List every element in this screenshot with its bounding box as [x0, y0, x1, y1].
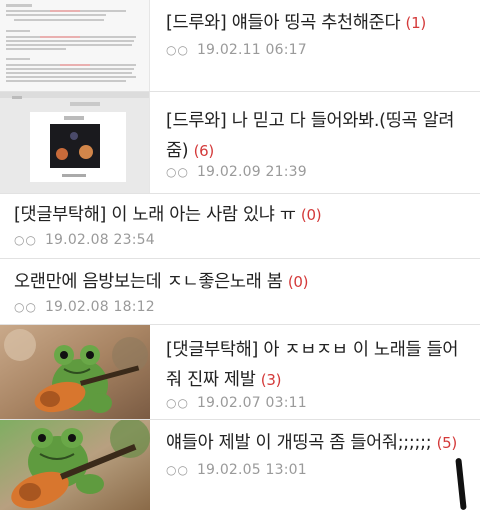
post-meta: ○○ 19.02.09 21:39 — [166, 164, 307, 180]
post-meta: ○○ 19.02.11 06:17 — [166, 42, 307, 58]
post-meta: ○○ 19.02.08 18:12 — [14, 299, 155, 315]
post-date: 19.02.09 21:39 — [196, 164, 307, 180]
user-icons: ○○ — [166, 396, 189, 410]
frog-guitar-thumbnail[interactable] — [0, 325, 150, 419]
album-cover-thumbnail[interactable] — [0, 92, 150, 193]
comment-count: (0) — [300, 206, 322, 224]
user-icons: ○○ — [166, 43, 189, 57]
post-row[interactable]: [댓글부탁해] 이 노래 아는 사람 있냐 ㅠ (0) ○○ 19.02.08 2… — [0, 194, 480, 259]
comment-count: (3) — [260, 371, 282, 389]
post-row[interactable]: 오랜만에 음방보는데 ㅈㄴ좋은노래 봄 (0) ○○ 19.02.08 18:12 — [0, 259, 480, 325]
post-row[interactable]: 얘들아 제발 이 개띵곡 좀 들어줘;;;;;; (5) ○○ 19.02.05 … — [0, 420, 480, 510]
post-date: 19.02.07 03:11 — [196, 395, 307, 411]
post-title[interactable]: [드루와] 얘들아 띵곡 추천해준다 (1) — [166, 8, 426, 38]
post-date: 19.02.08 18:12 — [44, 299, 155, 315]
user-icons: ○○ — [166, 165, 189, 179]
post-meta: ○○ 19.02.07 03:11 — [166, 395, 307, 411]
user-icons: ○○ — [14, 300, 37, 314]
post-date: 19.02.08 23:54 — [44, 232, 155, 248]
post-title[interactable]: 얘들아 제발 이 개띵곡 좀 들어줘;;;;;; (5) — [166, 428, 457, 458]
frog-guitar-image — [0, 325, 150, 419]
chat-screenshot-thumbnail[interactable] — [0, 0, 150, 91]
album-cover-image — [0, 92, 149, 193]
post-title[interactable]: [드루와] 나 믿고 다 들어와봐.(띵곡 알려 줌) (6) — [166, 106, 466, 166]
chat-screenshot-image — [0, 0, 149, 91]
post-row[interactable]: [댓글부탁해] 아 ㅈㅂㅈㅂ 이 노래들 들어 줘 진짜 제발 (3) ○○ 19… — [0, 325, 480, 420]
post-row[interactable]: [드루와] 나 믿고 다 들어와봐.(띵곡 알려 줌) (6) ○○ 19.02.… — [0, 92, 480, 194]
post-title[interactable]: [댓글부탁해] 아 ㅈㅂㅈㅂ 이 노래들 들어 줘 진짜 제발 (3) — [166, 335, 471, 395]
comment-count: (5) — [436, 434, 458, 452]
post-row[interactable]: [드루와] 얘들아 띵곡 추천해준다 (1) ○○ 19.02.11 06:17 — [0, 0, 480, 92]
post-title[interactable]: 오랜만에 음방보는데 ㅈㄴ좋은노래 봄 (0) — [14, 267, 309, 297]
frog-guitar-image — [0, 420, 150, 510]
comment-count: (6) — [193, 142, 215, 160]
comment-count: (0) — [287, 273, 309, 291]
post-date: 19.02.11 06:17 — [196, 42, 307, 58]
post-meta: ○○ 19.02.08 23:54 — [14, 232, 155, 248]
comment-count: (1) — [405, 14, 427, 32]
post-meta: ○○ 19.02.05 13:01 — [166, 462, 307, 478]
post-date: 19.02.05 13:01 — [196, 462, 307, 478]
post-title[interactable]: [댓글부탁해] 이 노래 아는 사람 있냐 ㅠ (0) — [14, 200, 322, 230]
user-icons: ○○ — [14, 233, 37, 247]
user-icons: ○○ — [166, 463, 189, 477]
frog-guitar-thumbnail[interactable] — [0, 420, 150, 510]
